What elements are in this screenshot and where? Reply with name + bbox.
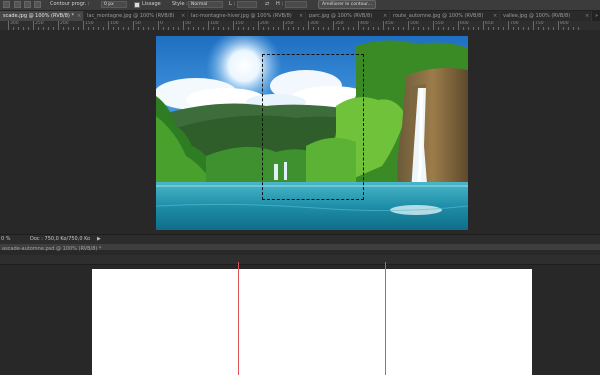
ruler-label: 800	[560, 21, 569, 26]
vertical-guide[interactable]	[385, 262, 386, 375]
ruler-tick	[283, 21, 284, 30]
add-selection-icon[interactable]	[14, 1, 21, 8]
doc-size: Doc : 750,0 Ko/750,0 Ko	[30, 236, 91, 242]
ruler-tick	[233, 21, 234, 30]
ruler-label: 400	[360, 21, 369, 26]
ruler-tick	[433, 21, 434, 30]
ruler-tick	[158, 21, 159, 30]
close-icon[interactable]: ×	[585, 11, 589, 21]
ruler-label: 450	[385, 21, 394, 26]
ruler-label: 350	[335, 21, 344, 26]
ruler-label: 100	[110, 21, 119, 26]
tab-cascade-automne[interactable]: ascade-automne.psd @ 100% (RVB/8) *	[0, 245, 122, 254]
refine-edge-button[interactable]: Améliorer le contour...	[318, 0, 376, 9]
ruler-label: 200	[260, 21, 269, 26]
ruler-tick	[333, 21, 334, 30]
ruler-tick	[358, 21, 359, 30]
intersect-selection-icon[interactable]	[34, 1, 41, 8]
tab-label: scade.jpg @ 100% (RVB/8) *	[3, 13, 74, 19]
ruler-tick	[483, 21, 484, 30]
ruler-tick	[58, 21, 59, 30]
tab-lac-montagne[interactable]: lac_montagne.jpg @ 100% (RVB/8) ×	[84, 11, 188, 21]
horizontal-ruler-2[interactable]	[0, 255, 600, 265]
zoom-value[interactable]: 0 %	[1, 236, 11, 242]
selection-marquee[interactable]	[262, 54, 364, 200]
close-icon[interactable]: ×	[299, 11, 303, 21]
ruler-label: 550	[435, 21, 444, 26]
style-select[interactable]: Normal	[188, 1, 223, 8]
ruler-tick	[208, 21, 209, 30]
ruler-label: 300	[310, 21, 319, 26]
tab-lac-montagne-hiver[interactable]: lac-montagne-hiver.jpg @ 100% (RVB/8) ×	[188, 11, 306, 21]
tab-route-automne[interactable]: route_automne.jpg @ 100% (RVB/8) ×	[390, 11, 500, 21]
document-tab-bar: scade.jpg @ 100% (RVB/8) * × lac_montagn…	[0, 11, 600, 21]
lissage-checkbox[interactable]	[134, 2, 140, 8]
ruler-tick	[458, 21, 459, 30]
lissage-label: Lissage	[142, 1, 161, 7]
vertical-guide[interactable]	[238, 262, 239, 375]
ruler-tick	[33, 21, 34, 30]
close-icon[interactable]: ×	[383, 11, 387, 21]
swap-icon[interactable]: ⇄	[265, 1, 269, 7]
ruler-tick	[408, 21, 409, 30]
close-icon[interactable]: ×	[77, 11, 81, 21]
ruler-tick	[108, 21, 109, 30]
width-input[interactable]	[237, 1, 257, 8]
ruler-label: 250	[285, 21, 294, 26]
ruler-tick	[133, 21, 134, 30]
ruler-label: 750	[535, 21, 544, 26]
ruler-label: 0	[160, 21, 163, 26]
height-input[interactable]	[285, 1, 307, 8]
ruler-label: 600	[460, 21, 469, 26]
style-label: Style :	[172, 1, 188, 7]
ruler-label: 650	[485, 21, 494, 26]
ruler-label: 150	[235, 21, 244, 26]
tab-label: lac_montagne.jpg @ 100% (RVB/8)	[87, 13, 175, 19]
contour-label: Contour progr. :	[50, 1, 90, 7]
ruler-label: 50	[135, 21, 141, 26]
ruler-label: 100	[210, 21, 219, 26]
ruler-label: 50	[185, 21, 191, 26]
height-label: H :	[276, 1, 284, 7]
tab-label: route_automne.jpg @ 100% (RVB/8)	[393, 13, 484, 19]
close-icon[interactable]: ×	[181, 11, 185, 21]
blank-document-canvas[interactable]	[92, 269, 532, 375]
ruler-tick	[508, 21, 509, 30]
ruler-label: 250	[35, 21, 44, 26]
width-label: L :	[229, 1, 236, 7]
new-selection-icon[interactable]	[3, 1, 10, 8]
tab-parc[interactable]: parc.jpg @ 100% (RVB/8) ×	[306, 11, 390, 21]
tab-label: parc.jpg @ 100% (RVB/8)	[309, 13, 373, 19]
contour-input[interactable]: 0 px	[101, 1, 127, 8]
ruler-tick	[8, 21, 9, 30]
more-tabs-icon[interactable]: »	[592, 11, 600, 21]
subtract-selection-icon[interactable]	[24, 1, 31, 8]
ruler-tick	[83, 21, 84, 30]
tab-cascade[interactable]: scade.jpg @ 100% (RVB/8) * ×	[0, 11, 84, 21]
tab-vallee[interactable]: vallee.jpg @ 100% (RVB/8) ×	[500, 11, 592, 21]
ruler-label: 200	[60, 21, 69, 26]
ruler-label: 150	[85, 21, 94, 26]
tab-label: vallee.jpg @ 100% (RVB/8)	[503, 13, 571, 19]
ruler-label: 700	[510, 21, 519, 26]
ruler-label: 300	[10, 21, 19, 26]
ruler-tick	[558, 21, 559, 30]
ruler-tick	[383, 21, 384, 30]
ruler-tick	[308, 21, 309, 30]
ruler-tick	[258, 21, 259, 30]
options-bar: Contour progr. : 0 px Lissage Style : No…	[0, 0, 600, 11]
ruler-tick	[183, 21, 184, 30]
close-icon[interactable]: ×	[493, 11, 497, 21]
status-menu-arrow-icon[interactable]: ▶	[97, 236, 101, 242]
ruler-tick	[533, 21, 534, 30]
ruler-label: 500	[410, 21, 419, 26]
tab-label: lac-montagne-hiver.jpg @ 100% (RVB/8)	[191, 13, 292, 19]
